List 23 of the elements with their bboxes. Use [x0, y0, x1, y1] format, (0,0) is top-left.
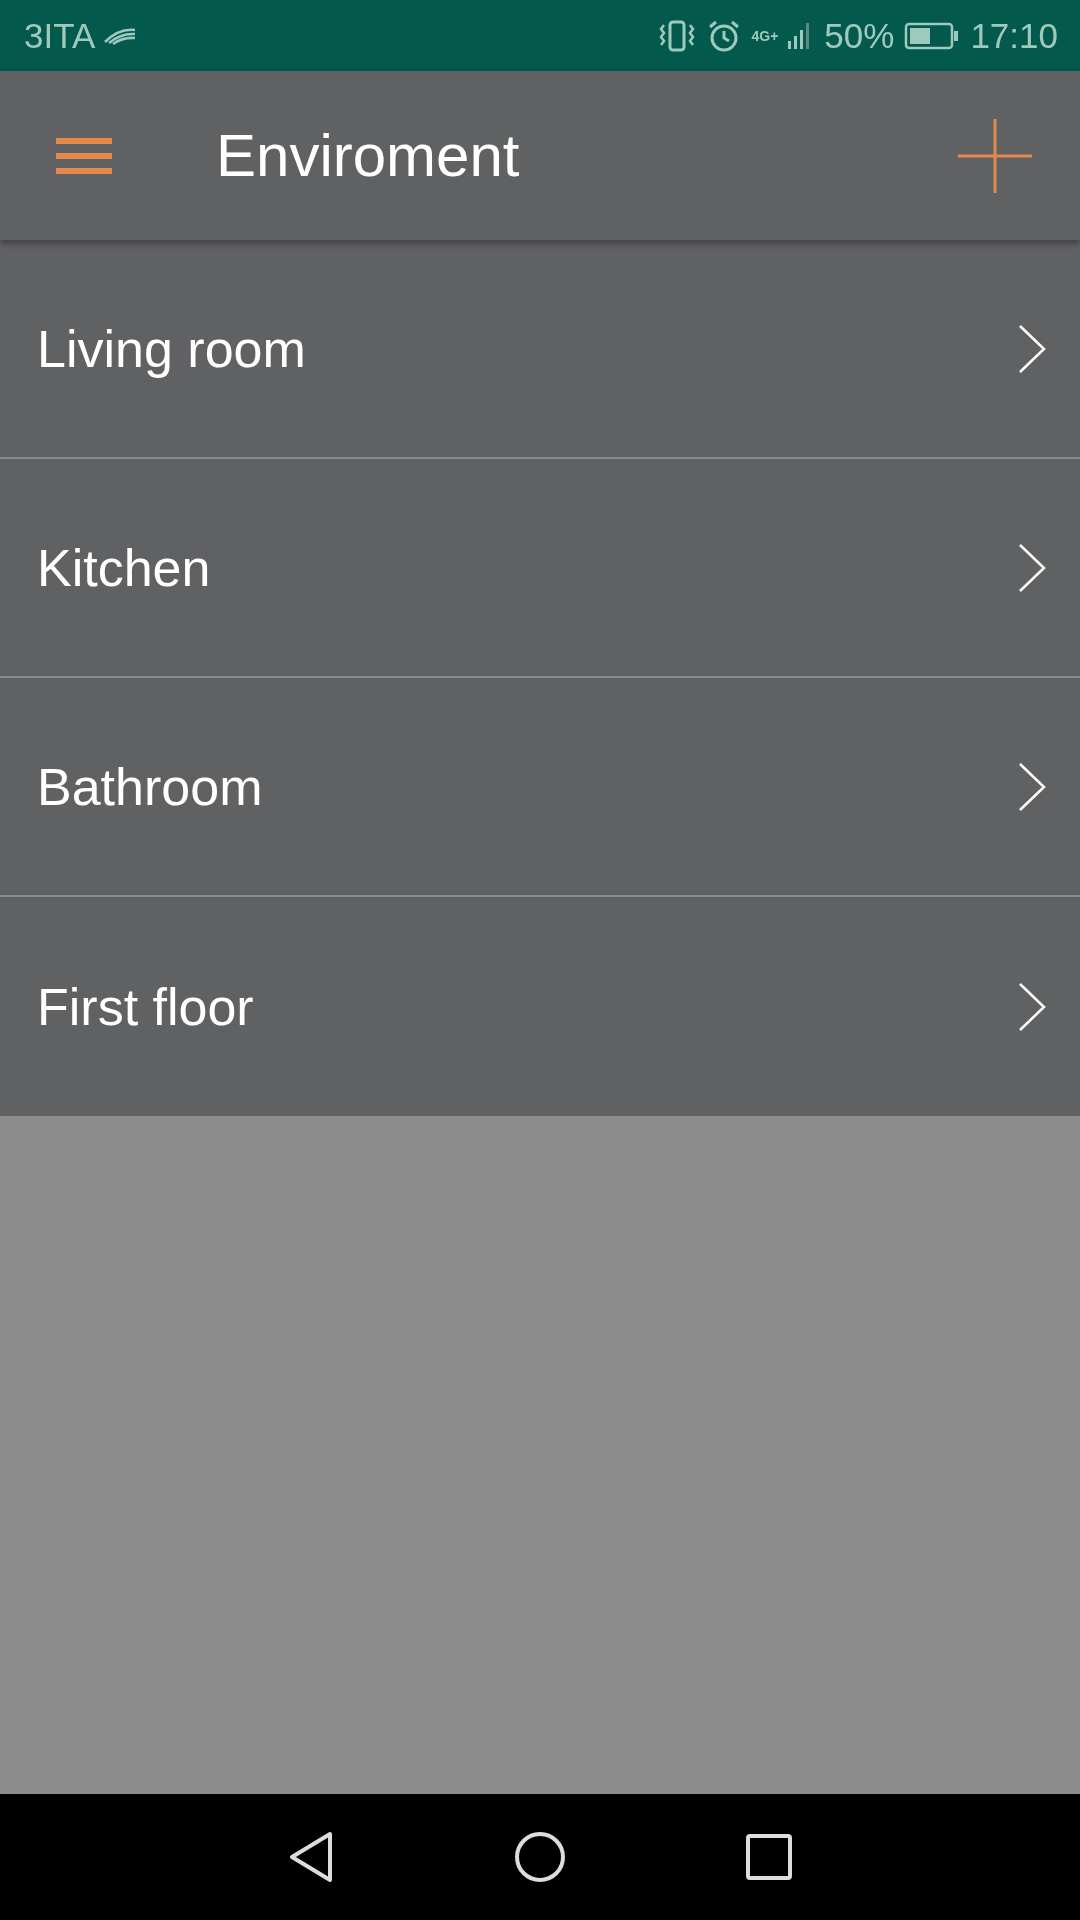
room-list-item[interactable]: First floor [0, 897, 1080, 1116]
room-name: First floor [37, 976, 254, 1037]
alarm-icon [707, 18, 742, 53]
room-name: Bathroom [37, 756, 263, 817]
swirl-icon [103, 25, 138, 46]
room-list-item[interactable]: Kitchen [0, 459, 1080, 678]
network-type: 4G+ [751, 27, 779, 44]
chevron-right-icon [1018, 323, 1046, 374]
screen-title: Enviroment [216, 121, 521, 190]
home-icon[interactable] [514, 1831, 566, 1883]
room-list-item[interactable]: Living room [0, 240, 1080, 459]
room-list-item[interactable]: Bathroom [0, 678, 1080, 897]
battery-icon [904, 21, 961, 50]
clock-time: 17:10 [970, 15, 1058, 56]
room-name: Kitchen [37, 537, 211, 598]
room-name: Living room [37, 318, 306, 379]
battery-percent: 50% [824, 15, 895, 56]
chevron-right-icon [1018, 761, 1046, 812]
chevron-right-icon [1018, 542, 1046, 593]
back-icon[interactable] [288, 1831, 334, 1883]
chevron-right-icon [1018, 981, 1046, 1032]
recents-icon[interactable] [746, 1834, 792, 1880]
carrier-name: 3ITA [24, 15, 96, 56]
